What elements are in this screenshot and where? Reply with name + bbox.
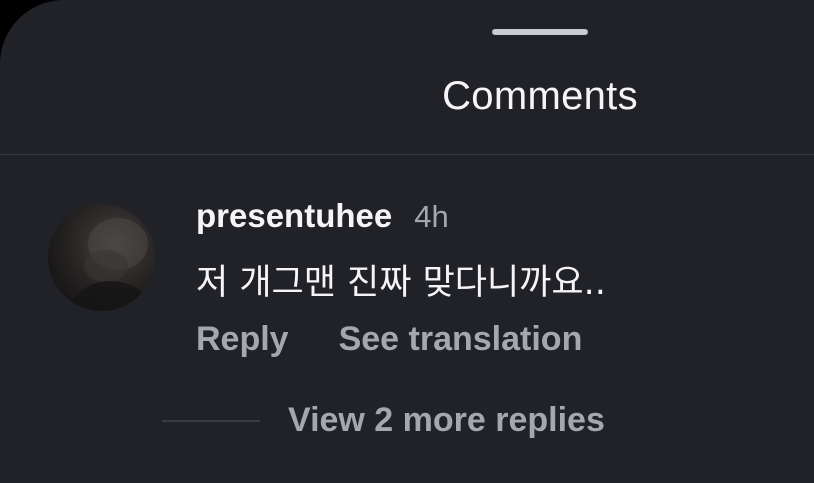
- view-replies-row[interactable]: View 2 more replies: [162, 401, 605, 440]
- comment-username[interactable]: presentuhee: [196, 197, 392, 235]
- avatar-photo: [68, 218, 155, 311]
- comment-actions: Reply See translation: [196, 320, 582, 359]
- comment-timestamp: 4h: [414, 199, 449, 234]
- replies-connector-line: [162, 419, 260, 422]
- comment-header: presentuhee 4h: [196, 197, 449, 237]
- drag-handle[interactable]: [492, 29, 588, 35]
- comment-text: 저 개그맨 진짜 맞다니까요..: [196, 263, 606, 303]
- view-more-replies-button[interactable]: View 2 more replies: [288, 401, 605, 440]
- comments-sheet: Comments presentuhee 4h 저 개그맨 진짜 맞다니까요..…: [0, 0, 814, 483]
- header-divider: [0, 154, 814, 155]
- sheet-title: Comments: [442, 74, 638, 118]
- see-translation-button[interactable]: See translation: [339, 320, 583, 359]
- reply-button[interactable]: Reply: [196, 320, 289, 359]
- avatar[interactable]: [48, 204, 155, 311]
